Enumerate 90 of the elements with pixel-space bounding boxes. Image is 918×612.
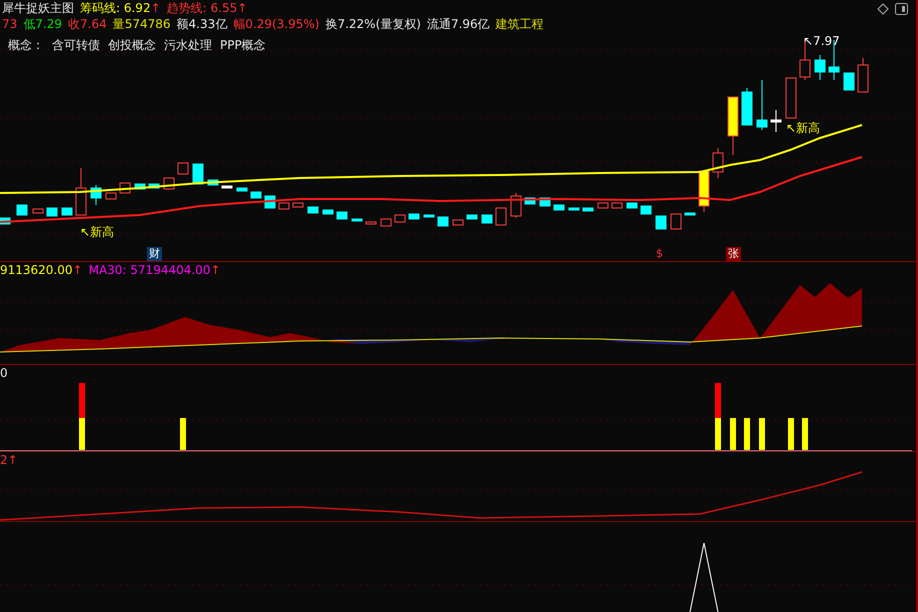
candlestick	[424, 214, 434, 218]
candlestick	[770, 110, 782, 132]
quote-field: 幅0.29(3.95%)	[233, 16, 320, 32]
candlestick	[452, 220, 464, 226]
candlestick	[322, 210, 334, 214]
candlestick	[482, 214, 492, 224]
quote-field: 建筑工程	[496, 16, 544, 32]
new-high-label: ↖新高	[80, 225, 114, 239]
concept-label: 概念：	[8, 37, 44, 53]
high-price-label: ↖7.97	[803, 34, 840, 48]
candlestick	[626, 202, 638, 208]
candlestick	[742, 88, 752, 126]
chart-marker: 财	[147, 247, 162, 261]
signal-bar	[788, 418, 794, 450]
diamond-icon[interactable]	[877, 3, 889, 15]
signal-bar	[759, 418, 765, 450]
concept-tag: 含可转债	[52, 37, 100, 53]
candlestick	[598, 202, 608, 208]
panel-label: 0	[0, 365, 8, 381]
quote-field: 量574786	[112, 16, 171, 32]
candlestick	[380, 218, 392, 226]
indicator-value: 筹码线: 6.92↑	[80, 0, 161, 16]
candlestick	[46, 208, 58, 216]
candlestick	[698, 170, 710, 212]
candlestick	[336, 212, 348, 220]
candlestick	[466, 214, 478, 220]
candlestick	[612, 202, 622, 208]
candlestick	[106, 192, 116, 200]
candlestick	[236, 188, 248, 192]
candlestick	[278, 202, 290, 210]
candlestick	[858, 58, 868, 92]
quote-field: 收7.64	[68, 16, 107, 32]
signal-bar	[802, 418, 808, 450]
indicator-value: 趋势线: 6.55↑	[166, 0, 248, 16]
candlestick	[208, 180, 218, 186]
chart-marker: $	[655, 247, 664, 261]
candlestick	[352, 218, 362, 222]
candlestick	[786, 78, 796, 118]
candlestick	[438, 216, 448, 226]
volume-value: 9113620.00↑	[0, 262, 83, 278]
signal-bar	[744, 418, 750, 450]
quote-field: 换7.22%(量复权)	[325, 16, 421, 32]
candlestick	[496, 208, 506, 226]
panel-toggle-icon[interactable]	[895, 3, 908, 15]
signal-bar	[715, 383, 721, 450]
candlestick	[308, 206, 318, 214]
quote-field: 低7.29	[23, 16, 62, 32]
candlestick	[250, 192, 262, 198]
candlestick	[134, 184, 146, 190]
candlestick	[148, 184, 160, 188]
chart-marker: 张	[726, 247, 741, 261]
candlestick	[16, 204, 28, 216]
candlestick	[32, 208, 44, 214]
candlestick	[510, 192, 522, 218]
quote-field: 额4.33亿	[176, 16, 228, 32]
concept-tag: 污水处理	[164, 37, 212, 53]
candlestick	[568, 208, 580, 210]
candlestick	[844, 72, 854, 90]
candlestick	[756, 80, 768, 130]
candlestick	[670, 214, 682, 230]
candlestick	[62, 208, 72, 216]
quote-field: 73	[2, 16, 18, 32]
candlestick	[76, 168, 86, 216]
candlestick	[408, 214, 420, 220]
volume-value: MA30: 57194404.00↑	[88, 262, 221, 278]
candlestick	[192, 164, 204, 184]
chart-title: 犀牛捉妖主图	[2, 0, 74, 16]
candlestick	[292, 202, 304, 208]
candlestick	[728, 96, 738, 156]
candlestick	[656, 216, 666, 230]
signal-bar	[730, 418, 736, 450]
panel-label: 2↑	[0, 452, 18, 468]
quote-field: 流通7.96亿	[426, 16, 490, 32]
candlestick	[582, 208, 594, 212]
signal-bar	[180, 418, 186, 450]
candlestick	[366, 222, 376, 224]
spike-line	[690, 542, 718, 612]
candlestick	[222, 186, 232, 188]
candlestick	[90, 184, 102, 206]
candlestick	[814, 54, 826, 80]
concept-tag: 创投概念	[108, 37, 156, 53]
candlestick	[554, 204, 564, 210]
candlestick	[684, 212, 696, 216]
signal-bar	[79, 383, 85, 450]
candlestick	[178, 162, 188, 174]
concept-tag: PPP概念	[220, 37, 266, 53]
candlestick	[712, 148, 724, 178]
new-high-label: ↖新高	[786, 121, 820, 135]
candlestick	[394, 214, 406, 222]
candlestick	[640, 206, 652, 214]
